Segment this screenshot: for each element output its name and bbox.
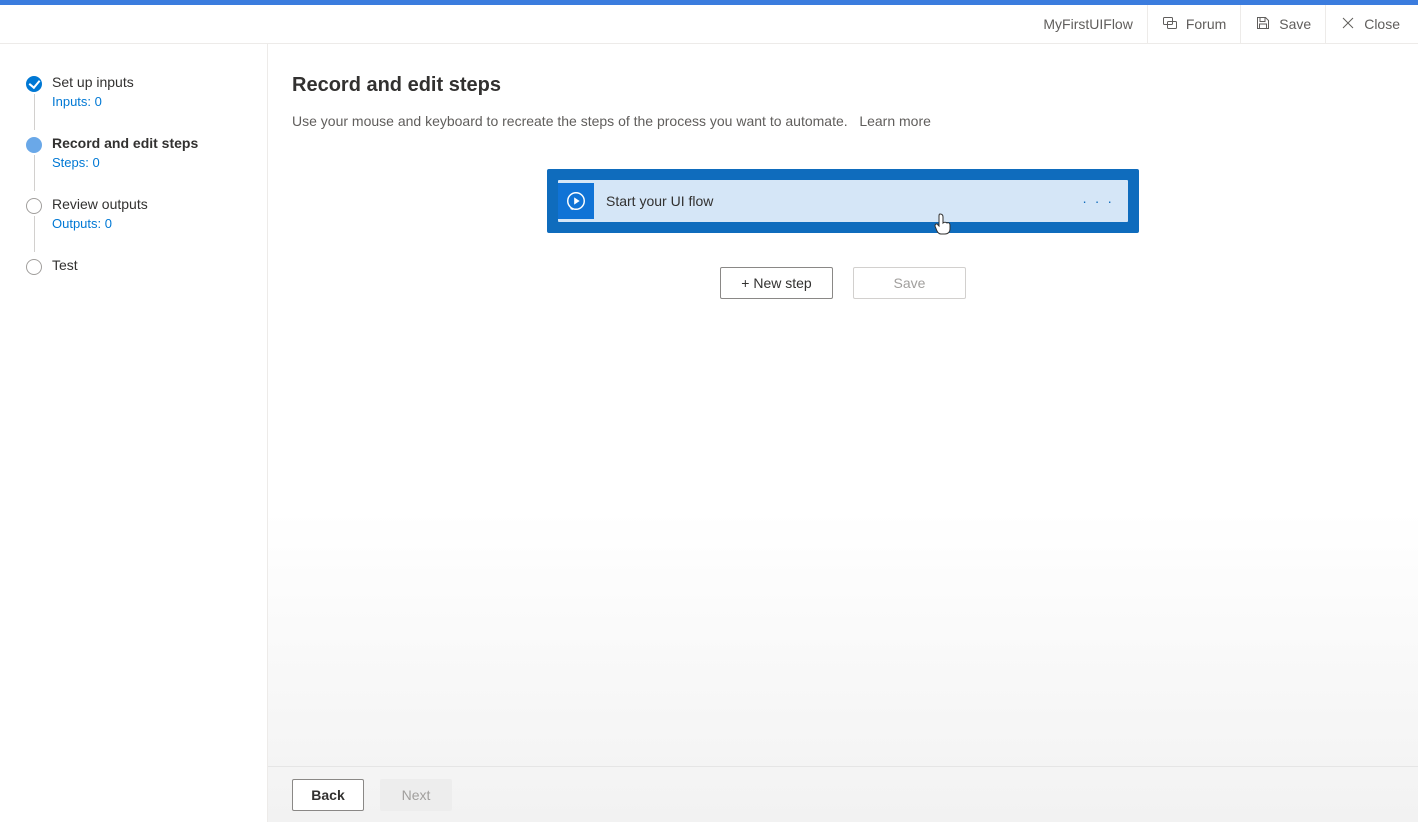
step-title: Set up inputs <box>52 74 267 90</box>
connector-line <box>34 94 35 130</box>
step-title: Record and edit steps <box>52 135 267 151</box>
wizard-step-outputs[interactable]: Review outputs Outputs: 0 <box>26 196 267 231</box>
header-bar: MyFirstUIFlow Forum Save Close <box>0 5 1418 44</box>
forum-button[interactable]: Forum <box>1147 5 1240 43</box>
ellipsis-icon: · · · <box>1082 193 1114 209</box>
step-subtext: Steps: 0 <box>52 155 267 170</box>
forum-icon <box>1162 15 1178 34</box>
page-description: Use your mouse and keyboard to recreate … <box>292 113 1394 129</box>
close-label: Close <box>1364 16 1400 32</box>
pending-step-dot-icon <box>26 198 42 214</box>
step-subtext: Inputs: 0 <box>52 94 267 109</box>
back-button[interactable]: Back <box>292 779 364 811</box>
wizard-step-inputs[interactable]: Set up inputs Inputs: 0 <box>26 74 267 109</box>
connector-line <box>34 216 35 252</box>
new-step-button[interactable]: + New step <box>720 267 833 299</box>
card-label: Start your UI flow <box>594 193 1068 209</box>
wizard-footer: Back Next <box>268 766 1418 822</box>
step-title: Review outputs <box>52 196 267 212</box>
learn-more-link[interactable]: Learn more <box>859 113 931 129</box>
check-circle-icon <box>26 76 42 92</box>
close-icon <box>1340 15 1356 34</box>
desc-text: Use your mouse and keyboard to recreate … <box>292 113 848 129</box>
wizard-step-record[interactable]: Record and edit steps Steps: 0 <box>26 135 267 170</box>
card-more-button[interactable]: · · · <box>1068 180 1128 222</box>
flow-start-card[interactable]: Start your UI flow · · · <box>547 169 1139 233</box>
main-panel: Record and edit steps Use your mouse and… <box>268 44 1418 822</box>
flow-name-label: MyFirstUIFlow <box>1029 5 1146 43</box>
close-button[interactable]: Close <box>1325 5 1414 43</box>
step-title: Test <box>52 257 267 273</box>
save-button-header[interactable]: Save <box>1240 5 1325 43</box>
wizard-sidebar: Set up inputs Inputs: 0 Record and edit … <box>0 44 268 822</box>
save-label-header: Save <box>1279 16 1311 32</box>
current-step-dot-icon <box>26 137 42 153</box>
step-subtext: Outputs: 0 <box>52 216 267 231</box>
next-button: Next <box>380 779 452 811</box>
wizard-step-test[interactable]: Test <box>26 257 267 273</box>
page-title: Record and edit steps <box>292 74 1394 97</box>
save-button-main: Save <box>853 267 966 299</box>
connector-line <box>34 155 35 191</box>
forum-label: Forum <box>1186 16 1226 32</box>
pending-step-dot-icon <box>26 259 42 275</box>
save-icon <box>1255 15 1271 34</box>
play-circle-icon <box>558 183 594 219</box>
